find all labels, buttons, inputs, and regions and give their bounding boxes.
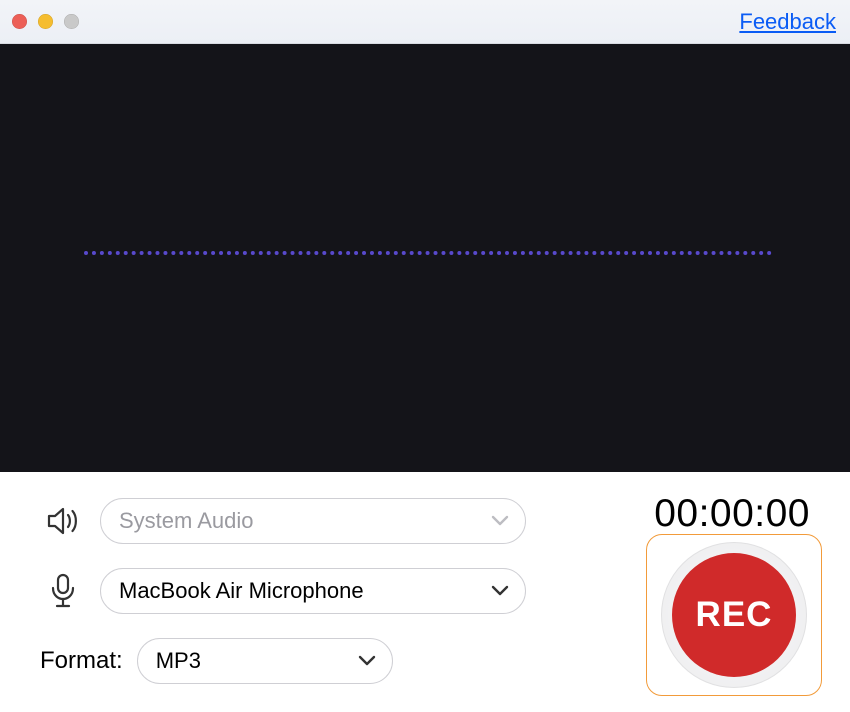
window-zoom-button-disabled xyxy=(64,14,79,29)
recording-timer: 00:00:00 xyxy=(654,492,810,536)
waveform-display xyxy=(0,44,850,472)
window-minimize-button[interactable] xyxy=(38,14,53,29)
chevron-down-icon xyxy=(358,655,376,667)
waveform-baseline xyxy=(84,251,772,255)
format-select[interactable]: MP3 xyxy=(137,638,393,684)
system-audio-select[interactable]: System Audio xyxy=(100,498,526,544)
chevron-down-icon xyxy=(491,585,509,597)
system-audio-value: System Audio xyxy=(119,508,254,534)
speaker-icon xyxy=(38,506,88,536)
feedback-link[interactable]: Feedback xyxy=(739,9,836,35)
record-button-ring: REC xyxy=(661,542,807,688)
window-traffic-lights xyxy=(12,14,79,29)
format-value: MP3 xyxy=(156,648,201,674)
record-button-label: REC xyxy=(672,553,796,677)
format-label: Format: xyxy=(40,647,123,675)
microphone-value: MacBook Air Microphone xyxy=(119,578,364,604)
chevron-down-icon xyxy=(491,515,509,527)
microphone-select[interactable]: MacBook Air Microphone xyxy=(100,568,526,614)
microphone-icon xyxy=(38,573,88,609)
window-titlebar: Feedback xyxy=(0,0,850,44)
record-button[interactable]: REC xyxy=(646,534,822,696)
controls-panel: System Audio MacBook Air Microphone Form… xyxy=(0,472,850,712)
window-close-button[interactable] xyxy=(12,14,27,29)
